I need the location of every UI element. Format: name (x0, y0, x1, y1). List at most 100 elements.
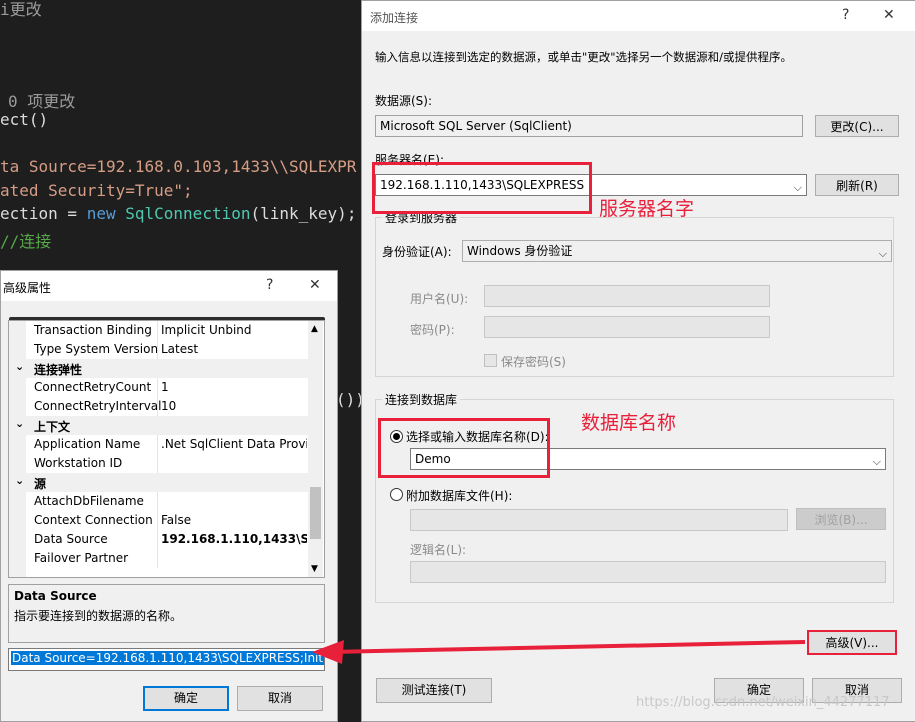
arrow-head (312, 640, 344, 664)
column-separator (157, 511, 158, 530)
column-separator (157, 454, 158, 473)
save-password-label: 保存密码(S) (501, 355, 566, 369)
advanced-titlebar: 高级属性 ? ✕ (1, 271, 337, 301)
property-row[interactable]: ConnectRetryCount 1 (9, 378, 309, 397)
property-row[interactable]: Type System Version Latest (9, 340, 309, 359)
code-line: ta Source=192.168.0.103,1433\\SQLEXPR (0, 157, 357, 176)
close-icon[interactable]: ✕ (309, 277, 321, 293)
code-line: 0 项更改 (8, 92, 76, 111)
connection-string-field[interactable]: Data Source=192.168.1.110,1433\SQLEXPRES… (8, 648, 325, 671)
property-name: AttachDbFilename (34, 494, 144, 508)
server-highlight-box (372, 162, 592, 214)
connection-string-text: Data Source=192.168.1.110,1433\SQLEXPRES… (11, 651, 324, 665)
column-separator (157, 530, 158, 549)
property-row[interactable]: Data Source 192.168.1.110,1433\SQLEXPRESS (9, 530, 309, 549)
chevron-down-icon[interactable]: ⌵ (879, 244, 887, 261)
annotation-arrow (312, 640, 806, 664)
password-input[interactable] (484, 316, 770, 338)
property-name: 连接弹性 (34, 363, 83, 377)
property-value[interactable]: 10 (161, 399, 307, 413)
collapse-icon[interactable]: ⌄ (15, 360, 24, 373)
property-name: 源 (34, 477, 47, 491)
auth-value: Windows 身份验证 (467, 244, 573, 258)
property-name: 上下文 (34, 420, 71, 434)
username-input[interactable] (484, 285, 770, 307)
datasource-field: Microsoft SQL Server (SqlClient) (375, 115, 803, 137)
dialog-title: 高级属性 (3, 281, 52, 295)
property-name: Type System Version (34, 342, 159, 356)
add-connection-dialog: 添加连接 ? ✕ 输入信息以连接到选定的数据源，或单击"更改"选择另一个数据源和… (361, 0, 915, 722)
column-separator (157, 435, 158, 454)
column-separator (157, 492, 158, 511)
scroll-up-icon[interactable]: ▲ (311, 324, 318, 334)
column-separator (157, 378, 158, 397)
save-password-checkbox[interactable] (484, 354, 497, 367)
attach-db-input[interactable] (410, 509, 788, 531)
database-annotation: 数据库名称 (581, 412, 677, 434)
scroll-down-icon[interactable]: ▼ (311, 564, 318, 574)
code-line: //连接 (0, 232, 52, 251)
column-separator (157, 321, 158, 340)
code-line: i更改 (0, 0, 42, 19)
grid-scrollbar[interactable]: ▲ ▼ (308, 321, 323, 577)
browse-button[interactable]: 浏览(B)... (796, 508, 886, 530)
property-category[interactable]: ⌄ 上下文 (9, 416, 309, 435)
arrow-shaft (329, 640, 806, 654)
attach-db-radio[interactable] (390, 488, 403, 501)
datasource-label: 数据源(S): (375, 94, 433, 108)
help-icon[interactable]: ? (266, 277, 273, 293)
change-button[interactable]: 更改(C)... (815, 115, 899, 137)
property-row[interactable]: Context Connection False (9, 511, 309, 530)
code-line: ect() (0, 110, 49, 129)
code-line: ection = new SqlConnection(link_key); (0, 204, 357, 223)
add-connection-titlebar: 添加连接 ? ✕ (362, 1, 915, 31)
property-value[interactable]: Latest (161, 342, 307, 356)
advanced-cancel-button[interactable]: 取消 (237, 686, 323, 711)
property-row[interactable]: Workstation ID (9, 454, 309, 473)
intro-text: 输入信息以连接到选定的数据源，或单击"更改"选择另一个数据源和/或提供程序。 (375, 50, 792, 64)
help-icon[interactable]: ? (842, 7, 849, 23)
property-row[interactable]: AttachDbFilename (9, 492, 309, 511)
advanced-ok-button[interactable]: 确定 (143, 686, 229, 711)
password-label: 密码(P): (410, 323, 455, 337)
close-icon[interactable]: ✕ (883, 7, 895, 23)
logical-name-input[interactable] (410, 561, 886, 583)
column-separator (157, 549, 158, 568)
property-row[interactable]: Failover Partner (9, 549, 309, 568)
property-value[interactable]: .Net SqlClient Data Provider (161, 437, 307, 451)
property-category[interactable]: ⌄ 连接弹性 (9, 359, 309, 378)
property-name: Application Name (34, 437, 141, 451)
database-highlight-box (378, 418, 550, 478)
chevron-down-icon[interactable]: ⌵ (794, 178, 802, 195)
dialog-title: 添加连接 (370, 11, 419, 25)
code-line: ated Security=True"; (0, 181, 193, 200)
property-grid[interactable]: Transaction Binding Implicit Unbind Type S… (8, 320, 325, 578)
property-name: Context Connection (34, 513, 153, 527)
property-value[interactable]: 192.168.1.110,1433\SQLEXPRESS (161, 532, 307, 546)
attach-db-label: 附加数据库文件(H): (406, 489, 513, 503)
advanced-button[interactable]: 高级(V)... (807, 630, 897, 655)
property-name: Failover Partner (34, 551, 129, 565)
property-row[interactable]: Application Name .Net SqlClient Data Prov… (9, 435, 309, 454)
watermark: https://blog.csdn.net/weixin_44277117 (636, 695, 890, 710)
column-separator (157, 397, 158, 416)
refresh-button[interactable]: 刷新(R) (815, 174, 899, 196)
test-connection-button[interactable]: 测试连接(T) (376, 678, 492, 703)
logical-name-label: 逻辑名(L): (410, 543, 467, 557)
chevron-down-icon[interactable]: ⌵ (873, 452, 881, 469)
username-label: 用户名(U): (410, 292, 469, 306)
property-value[interactable]: Implicit Unbind (161, 323, 307, 337)
scroll-thumb[interactable] (310, 487, 321, 539)
property-row[interactable]: ConnectRetryInterval 10 (9, 397, 309, 416)
auth-combobox[interactable]: Windows 身份验证 ⌵ (462, 240, 892, 262)
auth-label: 身份验证(A): (382, 245, 452, 259)
description-title: Data Source (14, 589, 97, 603)
collapse-icon[interactable]: ⌄ (15, 417, 24, 430)
property-value[interactable]: 1 (161, 380, 307, 394)
database-group-label: 连接到数据库 (382, 391, 461, 408)
property-row[interactable]: Transaction Binding Implicit Unbind (9, 321, 309, 340)
property-name: ConnectRetryInterval (34, 399, 162, 413)
property-value[interactable]: False (161, 513, 307, 527)
collapse-icon[interactable]: ⌄ (15, 474, 24, 487)
property-category[interactable]: ⌄ 源 (9, 473, 309, 492)
